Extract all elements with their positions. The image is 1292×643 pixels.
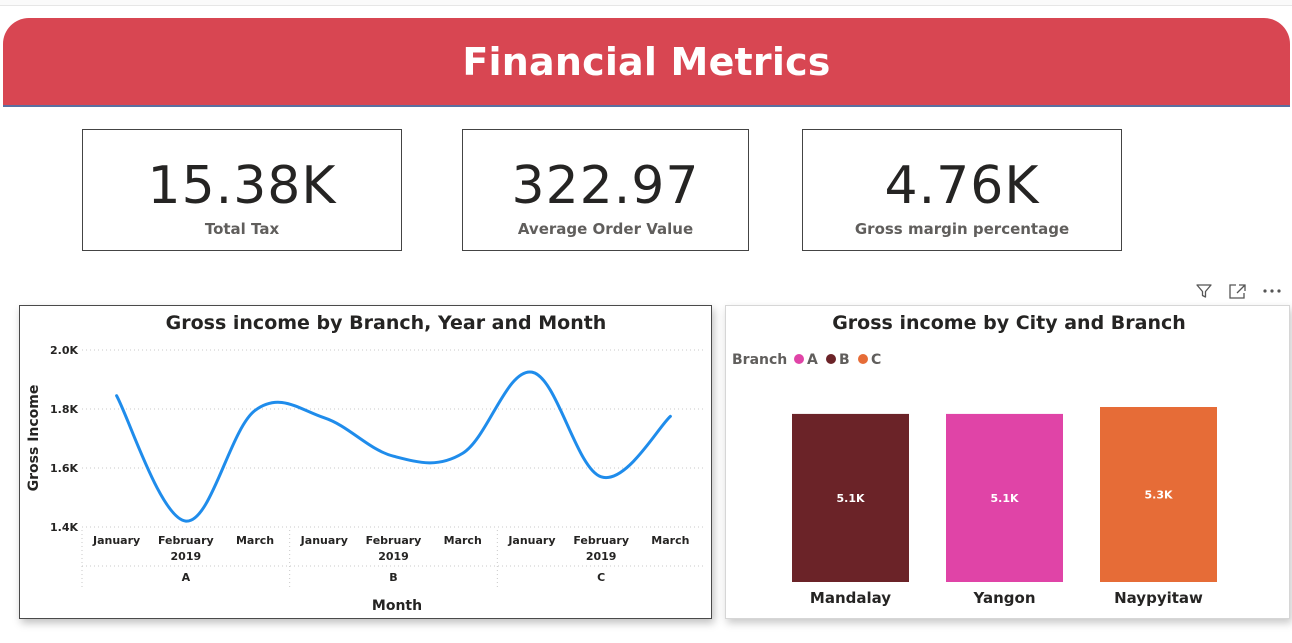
legend-item-label: C <box>871 352 881 368</box>
kpi-label: Total Tax <box>204 220 280 238</box>
y-tick-label: 1.4K <box>50 521 78 534</box>
chart-title: Gross income by City and Branch <box>832 312 1186 334</box>
x-tick-label: January <box>300 534 348 547</box>
x-tick-label: January <box>507 534 555 547</box>
chart-title: Gross income by Branch, Year and Month <box>166 312 607 334</box>
y-axis-ticks: 1.4K 1.6K 1.8K 2.0K <box>50 344 78 534</box>
x-year-label: 2019 <box>586 550 617 563</box>
line-chart: Gross income by Branch, Year and Month 1… <box>26 312 705 614</box>
kpi-label: Average Order Value <box>517 220 694 238</box>
x-branch-label: B <box>389 571 397 584</box>
x-tick-label: February <box>573 534 629 547</box>
filter-icon[interactable] <box>1193 281 1215 301</box>
legend-marker <box>826 354 836 364</box>
y-tick-label: 1.6K <box>50 462 78 475</box>
legend-marker <box>794 354 804 364</box>
bar-data-label: 5.3K <box>1144 489 1172 502</box>
kpi-card-gross-margin[interactable]: 4.76K Gross margin percentage <box>802 129 1122 251</box>
x-tick-label: March <box>651 534 689 547</box>
x-year-label: 2019 <box>171 550 202 563</box>
legend-item-label: A <box>807 352 818 368</box>
legend: Branch A B C <box>732 352 881 368</box>
y-axis-title: Gross Income <box>26 385 42 492</box>
legend-item-label: B <box>839 352 850 368</box>
x-category-label: Naypyitaw <box>1114 589 1203 607</box>
bars: 5.1K Mandalay 5.1K Yangon 5.3K Naypyitaw <box>792 407 1217 607</box>
x-branch-label: A <box>182 571 191 584</box>
x-axis-title: Month <box>372 598 422 614</box>
more-options-icon[interactable] <box>1261 281 1283 301</box>
x-tick-label: February <box>366 534 422 547</box>
kpi-card-total-tax[interactable]: 15.38K Total Tax <box>82 129 402 251</box>
kpi-card-average-order-value[interactable]: 322.97 Average Order Value <box>462 129 749 251</box>
x-tick-label: January <box>92 534 140 547</box>
y-tick-label: 2.0K <box>50 344 78 357</box>
series-line <box>115 370 672 523</box>
focus-mode-icon[interactable] <box>1227 281 1249 301</box>
legend-title: Branch <box>732 352 787 368</box>
x-tick-label: March <box>236 534 274 547</box>
x-branch-label: C <box>597 571 605 584</box>
x-tick-label: February <box>158 534 214 547</box>
report-header: Financial Metrics <box>3 18 1290 107</box>
x-year-label: 2019 <box>378 550 409 563</box>
legend-marker <box>858 354 868 364</box>
window-top-strip <box>0 0 1292 6</box>
bar-chart-panel[interactable]: Gross income by City and Branch Branch A B… <box>725 305 1290 619</box>
visual-header-toolbar <box>1193 281 1285 301</box>
kpi-value: 322.97 <box>511 156 700 216</box>
x-category-label: Yangon <box>972 589 1035 607</box>
x-category-label: Mandalay <box>810 589 891 607</box>
x-tick-label: March <box>444 534 482 547</box>
bar-chart: Gross income by City and Branch Branch A B… <box>732 312 1217 607</box>
line-chart-panel[interactable]: Gross income by Branch, Year and Month 1… <box>19 305 712 619</box>
x-axis-ticks: January February March January February March… <box>92 534 689 584</box>
y-tick-label: 1.8K <box>50 403 78 416</box>
bar-data-label: 5.1K <box>836 492 864 505</box>
bar-data-label: 5.1K <box>990 492 1018 505</box>
kpi-value: 4.76K <box>884 156 1040 216</box>
kpi-value: 15.38K <box>147 156 337 216</box>
kpi-label: Gross margin percentage <box>854 220 1070 238</box>
page-title: Financial Metrics <box>462 39 831 84</box>
